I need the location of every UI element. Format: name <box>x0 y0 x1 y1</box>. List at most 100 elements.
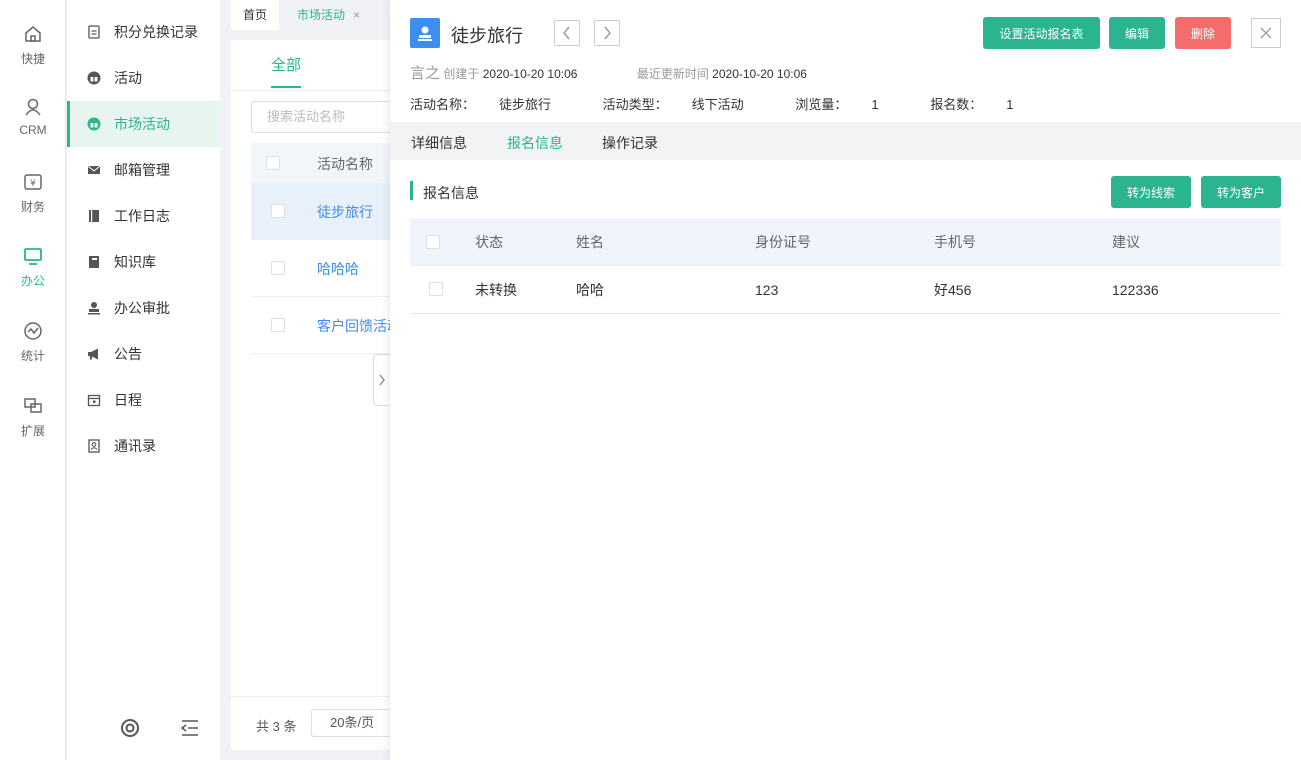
collapse-menu-icon[interactable] <box>180 719 200 740</box>
activity-summary: 活动名称： 徒步旅行 活动类型： 线下活动 浏览量： 1 报名数： 1 <box>410 94 1061 113</box>
rail-label: 快捷 <box>20 52 45 66</box>
stats-icon <box>24 322 42 340</box>
notebook-icon <box>87 209 101 223</box>
field-value: 徒步旅行 <box>499 97 552 112</box>
signups-field: 报名数： 1 <box>930 97 1037 112</box>
rail-item-shortcuts[interactable]: 快捷 <box>0 24 66 84</box>
sidebar-item-contacts[interactable]: 通讯录 <box>67 423 220 469</box>
sidebar-item-label: 公告 <box>114 346 142 362</box>
sidebar-item-mail[interactable]: 邮箱管理 <box>67 147 220 193</box>
divider <box>231 90 401 91</box>
list-table-header: 活动名称 <box>251 143 401 183</box>
cell-phone: 好456 <box>934 282 972 298</box>
activity-name-link[interactable]: 徒步旅行 <box>317 202 401 222</box>
page-size-select[interactable]: 20条/页 <box>311 709 401 737</box>
rail-item-office[interactable]: 办公 <box>0 246 66 306</box>
page-title: 徒步旅行 <box>451 26 523 46</box>
sidebar-item-points[interactable]: 积分兑换记录 <box>67 9 220 55</box>
field-value: 线下活动 <box>691 97 744 112</box>
tab-home[interactable]: 首页 <box>231 0 280 30</box>
cell-status: 未转换 <box>475 282 517 298</box>
record-meta: 言之 创建于 2020-10-20 10:06 最近更新时间 2020-10-2… <box>410 62 807 83</box>
column-header-name: 活动名称 <box>317 156 373 172</box>
row-checkbox[interactable] <box>429 282 443 296</box>
sidebar-item-label: 市场活动 <box>114 116 170 132</box>
table-row[interactable]: 未转换 哈哈 123 好456 122336 <box>410 266 1281 314</box>
tab-all[interactable]: 全部 <box>271 54 301 75</box>
field-label: 活动名称： <box>410 97 476 112</box>
table-row[interactable]: 哈哈哈 <box>251 240 401 297</box>
column-header-name: 姓名 <box>576 234 604 250</box>
row-checkbox[interactable] <box>271 204 285 218</box>
rail-label: 扩展 <box>20 424 45 438</box>
sidebar-item-approval[interactable]: 办公审批 <box>67 285 220 331</box>
convert-to-lead-button[interactable]: 转为线索 <box>1111 176 1191 208</box>
close-button[interactable] <box>1251 18 1281 48</box>
activity-avatar-icon <box>410 18 440 48</box>
sidebar-item-schedule[interactable]: 日程 <box>67 377 220 423</box>
sidebar: 积分兑换记录 活动 市场活动 邮箱管理 工作日志 知识库 办公审批 公告 日程 … <box>67 0 220 760</box>
field-label: 活动类型： <box>602 97 668 112</box>
finance-icon: ¥ <box>24 174 42 190</box>
prev-button[interactable] <box>554 20 580 46</box>
tab-operation-log[interactable]: 操作记录 <box>602 133 658 153</box>
rail-item-extend[interactable]: 扩展 <box>0 396 66 456</box>
rail-label: 财务 <box>20 200 45 214</box>
page-tabs: 首页 市场活动 × <box>231 0 378 30</box>
monitor-icon <box>24 248 42 265</box>
detail-panel: 徒步旅行 设置活动报名表 编辑 删除 言之 创建于 2020-10-20 10:… <box>390 0 1301 760</box>
rail-label: CRM <box>19 123 47 137</box>
sidebar-item-knowledge[interactable]: 知识库 <box>67 239 220 285</box>
rail-item-stats[interactable]: 统计 <box>0 321 66 381</box>
chevron-left-icon <box>563 26 570 40</box>
row-checkbox[interactable] <box>271 318 285 332</box>
contacts-icon <box>87 439 101 453</box>
app-rail: 快捷 CRM ¥ 财务 办公 统计 扩展 <box>0 0 66 760</box>
delete-button[interactable]: 删除 <box>1175 17 1231 49</box>
tab-market-activity[interactable]: 市场活动 × <box>285 0 372 30</box>
sidebar-item-label: 日程 <box>114 392 142 408</box>
points-icon <box>87 25 101 39</box>
select-all-checkbox[interactable] <box>426 235 440 249</box>
table-row[interactable]: 徒步旅行 <box>251 183 401 240</box>
search-input[interactable]: 搜索活动名称 <box>251 101 401 133</box>
field-value: 1 <box>871 97 879 112</box>
sidebar-footer <box>67 718 220 742</box>
rail-label: 办公 <box>20 274 45 288</box>
sidebar-item-label: 知识库 <box>114 254 156 270</box>
close-icon[interactable]: × <box>353 8 360 22</box>
activity-name-link[interactable]: 哈哈哈 <box>317 259 401 279</box>
collapse-handle[interactable] <box>373 354 391 406</box>
cell-name: 哈哈 <box>576 282 604 298</box>
sidebar-item-notice[interactable]: 公告 <box>67 331 220 377</box>
table-row[interactable]: 客户回馈活动 <box>251 297 401 354</box>
views-field: 浏览量： 1 <box>795 97 902 112</box>
mail-icon <box>87 163 101 177</box>
detail-tabs: 详细信息 报名信息 操作记录 <box>390 122 1301 160</box>
updated-at: 2020-10-20 10:06 <box>712 67 807 81</box>
row-checkbox[interactable] <box>271 261 285 275</box>
sidebar-item-label: 办公审批 <box>114 300 170 316</box>
set-signup-form-button[interactable]: 设置活动报名表 <box>983 17 1100 49</box>
sidebar-item-market-activity[interactable]: 市场活动 <box>67 101 220 147</box>
edit-button[interactable]: 编辑 <box>1109 17 1165 49</box>
select-all-checkbox[interactable] <box>266 156 280 170</box>
tab-details[interactable]: 详细信息 <box>411 133 467 153</box>
sidebar-item-activity[interactable]: 活动 <box>67 55 220 101</box>
next-button[interactable] <box>594 20 620 46</box>
created-label: 创建于 <box>443 67 480 81</box>
home-icon <box>25 26 41 42</box>
chevron-right-icon <box>379 374 385 386</box>
activity-name-link[interactable]: 客户回馈活动 <box>317 316 401 336</box>
svg-text:¥: ¥ <box>30 179 36 189</box>
rail-item-finance[interactable]: ¥ 财务 <box>0 172 66 232</box>
field-label: 报名数： <box>930 97 983 112</box>
rail-item-crm[interactable]: CRM <box>0 97 66 157</box>
sidebar-item-label: 邮箱管理 <box>114 162 170 178</box>
tab-indicator <box>271 86 301 88</box>
convert-to-customer-button[interactable]: 转为客户 <box>1201 176 1281 208</box>
settings-icon[interactable] <box>120 718 140 741</box>
extend-icon <box>24 398 42 413</box>
tab-signup-info[interactable]: 报名信息 <box>507 133 563 153</box>
sidebar-item-worklog[interactable]: 工作日志 <box>67 193 220 239</box>
